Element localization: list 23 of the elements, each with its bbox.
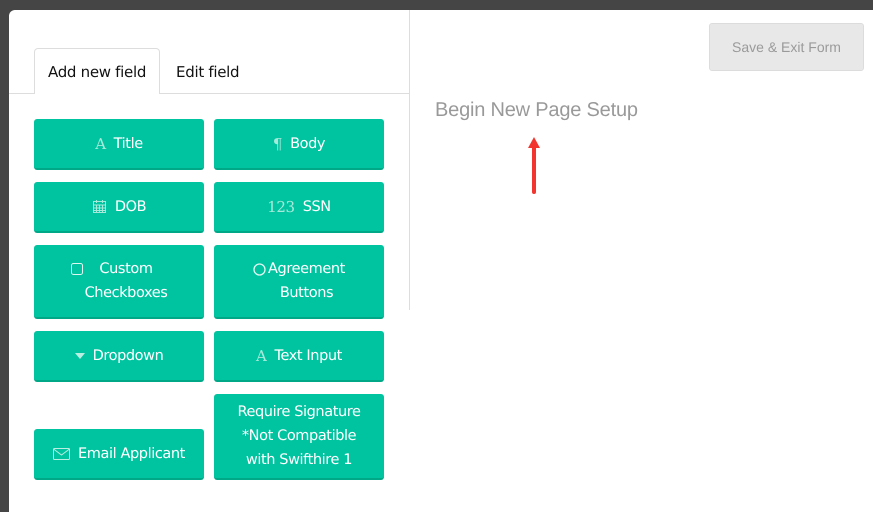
field-button[interactable]: Require Signature *Not Compatible with Swifthire 1: [214, 394, 384, 480]
field-button[interactable]: A Text Input: [214, 331, 384, 382]
caret-icon: [74, 352, 85, 358]
glyph-icon: A: [95, 132, 106, 156]
field-button[interactable]: Dropdown: [34, 331, 204, 382]
envelope-icon: [53, 448, 70, 460]
circle-icon: [253, 263, 266, 276]
field-button[interactable]: Email Applicant: [34, 429, 204, 480]
field-button[interactable]: Agreement Buttons: [214, 245, 384, 319]
arrow-icon: [527, 135, 541, 195]
field-button[interactable]: Custom Checkboxes: [34, 245, 204, 319]
field-button[interactable]: A Title: [34, 119, 204, 170]
tab[interactable]: Add new field: [34, 48, 160, 94]
tab[interactable]: Edit field: [162, 48, 254, 94]
field-button[interactable]: DOB: [34, 182, 204, 233]
glyph-icon: A: [256, 344, 266, 368]
digits-icon: 123: [267, 194, 295, 218]
checkbox-icon: [70, 263, 83, 275]
page-heading: Begin New Page Setup: [435, 99, 639, 122]
field-button[interactable]: 123 SSN: [214, 182, 384, 233]
calendar-icon: [92, 199, 107, 214]
field-button[interactable]: ¶ Body: [214, 119, 384, 170]
glyph-icon: ¶: [272, 132, 282, 156]
